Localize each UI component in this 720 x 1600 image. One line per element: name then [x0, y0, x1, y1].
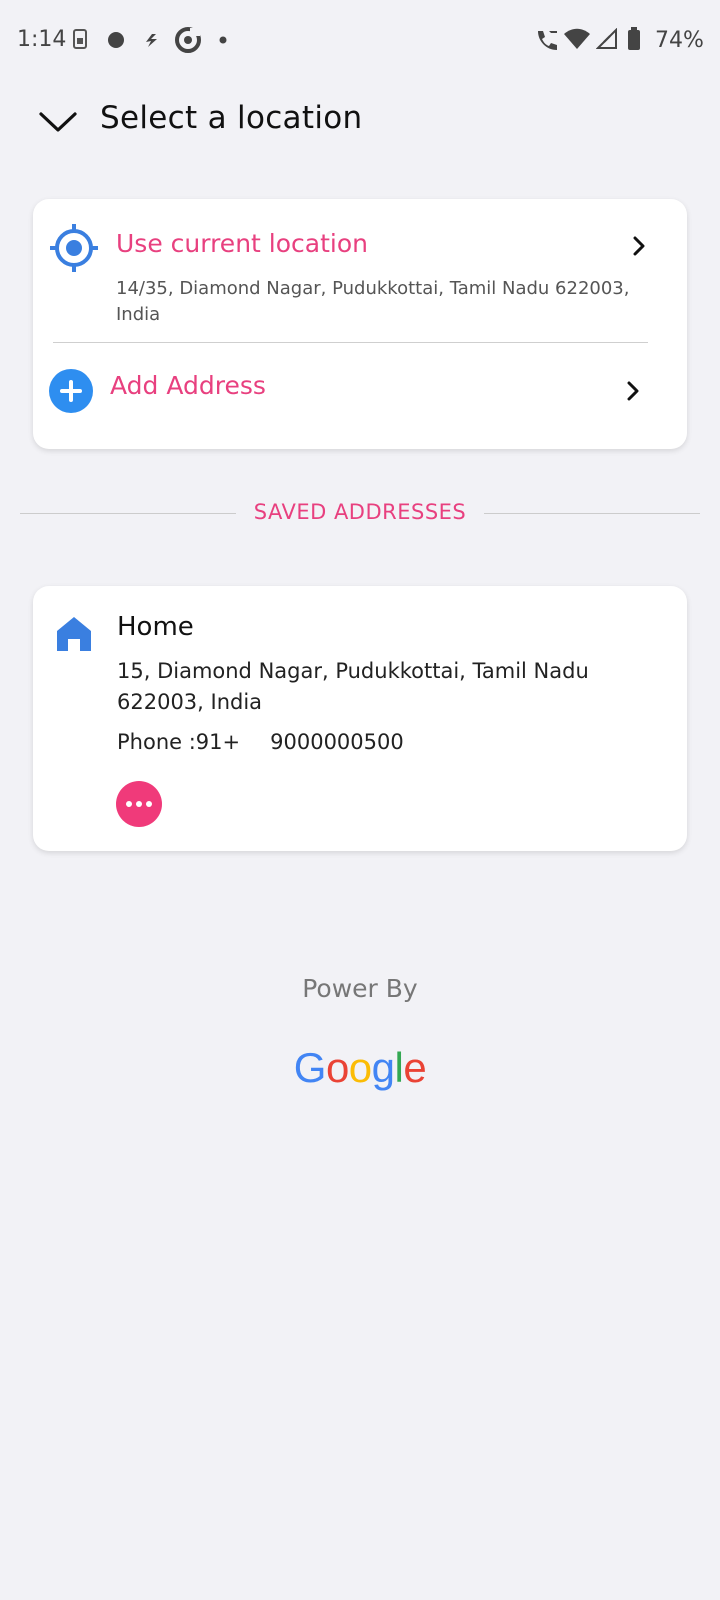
battery-icon: [628, 27, 640, 50]
phone-label: Phone :91+: [117, 730, 241, 754]
small-dot-icon: [219, 36, 227, 44]
use-current-location-label: Use current location: [116, 229, 368, 258]
chevron-right-icon: [627, 381, 639, 401]
divider: [53, 342, 648, 343]
status-time: 1:14: [17, 27, 67, 52]
saved-address-phone: Phone :91+ 9000000500: [117, 730, 404, 754]
chevron-down-icon[interactable]: [38, 108, 78, 138]
section-divider-right: [484, 513, 700, 514]
chevron-right-icon: [633, 236, 645, 256]
page-title: Select a location: [100, 100, 363, 136]
saved-address-text: 15, Diamond Nagar, Pudukkottai, Tamil Na…: [117, 659, 589, 714]
saved-address-title: Home: [117, 612, 194, 642]
more-options-button[interactable]: [116, 781, 162, 827]
location-options-card: Use current location 14/35, Diamond Naga…: [33, 199, 687, 449]
home-icon: [57, 617, 91, 651]
saved-addresses-heading: SAVED ADDRESSES: [253, 500, 467, 524]
powered-by-label: Power By: [302, 974, 418, 1003]
wifi-calling-icon: [538, 31, 557, 50]
signal-icon: [596, 28, 617, 49]
section-divider-left: [20, 513, 236, 514]
crosshair-location-icon: [50, 224, 98, 272]
saved-address-card[interactable]: Home 15, Diamond Nagar, Pudukkottai, Tam…: [33, 586, 687, 851]
plus-circle-icon: [49, 369, 93, 413]
status-bar: 1:14 74%: [0, 0, 720, 80]
add-address-label: Add Address: [110, 371, 266, 400]
google-logo: Google: [293, 1044, 427, 1091]
flash-icon: [146, 34, 157, 47]
phone-number: 9000000500: [270, 730, 404, 754]
current-location-address: 14/35, Diamond Nagar, Pudukkottai, Tamil…: [116, 278, 630, 325]
dot-icon: [108, 32, 124, 48]
sim-icon: [73, 29, 87, 49]
refresh-icon: [175, 27, 201, 53]
wifi-icon: [564, 28, 590, 49]
battery-percent: 74%: [655, 28, 704, 53]
